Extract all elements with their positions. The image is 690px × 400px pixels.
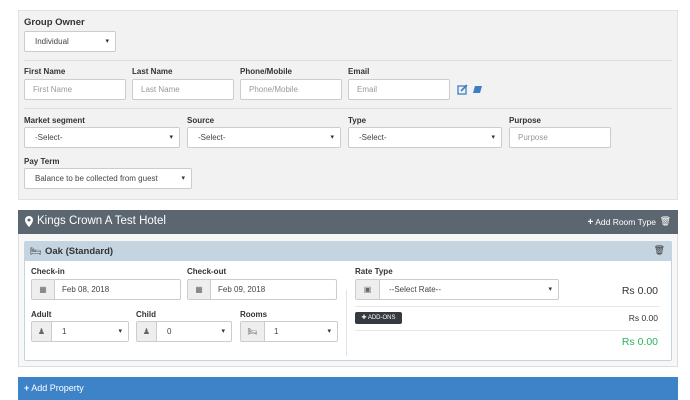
pay-term-label: Pay Term [24,157,60,166]
pay-term-select[interactable]: Balance to be collected from guest [24,168,192,189]
edit-icon[interactable] [457,84,468,95]
add-room-type-button[interactable]: + Add Room Type [587,217,656,228]
market-segment-select[interactable]: -Select- [24,127,180,148]
first-name-input[interactable]: First Name [24,79,126,100]
map-marker-icon [25,216,33,227]
bed-icon: 🛏 [241,322,265,341]
column-divider [346,290,347,356]
add-property-button[interactable]: + Add Property [18,377,678,400]
hotel-name: Kings Crown A Test Hotel [37,215,166,227]
type-select[interactable]: -Select- [348,127,502,148]
divider [24,108,672,109]
group-owner-select[interactable]: Individual [24,31,116,52]
adult-label: Adult [31,310,52,319]
type-label: Type [348,116,367,125]
source-select[interactable]: -Select- [187,127,341,148]
bed-icon: 🛏 [30,246,42,256]
rate-type-label: Rate Type [355,267,393,276]
divider [355,306,660,307]
money-icon: ▣ [356,280,380,299]
rooms-select[interactable]: 🛏 1 [240,321,338,342]
room-header: 🛏 Oak (Standard) 🗑 [25,242,671,261]
divider [355,330,660,331]
group-owner-label: Group Owner [24,17,85,28]
phone-input[interactable]: Phone/Mobile [240,79,342,100]
checkout-input[interactable]: ▦ Feb 09, 2018 [187,279,337,300]
purpose-label: Purpose [509,116,542,125]
rooms-label: Rooms [240,310,268,319]
phone-label: Phone/Mobile [240,67,292,76]
room-title: Oak (Standard) [45,246,114,257]
market-segment-label: Market segment [24,116,85,125]
last-name-label: Last Name [132,67,173,76]
first-name-label: First Name [24,67,66,76]
child-icon: ♟ [137,322,157,341]
checkout-label: Check-out [187,267,227,276]
checkin-label: Check-in [31,267,65,276]
male-icon: ♟ [32,322,52,341]
eraser-icon[interactable] [472,85,483,95]
total-amount: Rs 0.00 [621,336,658,348]
add-room-type-label: Add Room Type [595,217,656,227]
add-property-label: Add Property [31,383,84,393]
checkin-input[interactable]: ▦ Feb 08, 2018 [31,279,181,300]
email-label: Email [348,67,370,76]
last-name-input[interactable]: Last Name [132,79,234,100]
trash-icon[interactable]: 🗑 [660,216,671,227]
adult-select[interactable]: ♟ 1 [31,321,129,342]
source-label: Source [187,116,215,125]
calendar-icon: ▦ [32,280,55,299]
child-select[interactable]: ♟ 0 [136,321,232,342]
divider [24,60,672,61]
purpose-input[interactable]: Purpose [509,127,611,148]
calendar-icon: ▦ [188,280,211,299]
child-label: Child [136,310,156,319]
rate-type-select[interactable]: ▣ --Select Rate-- [355,279,559,300]
email-input[interactable]: Email [348,79,450,100]
trash-icon[interactable]: 🗑 [654,245,665,256]
addons-amount: Rs 0.00 [628,313,658,323]
add-ons-button[interactable]: ✚ ADD-ONS [355,312,402,324]
rate-amount: Rs 0.00 [621,285,658,297]
property-header: Kings Crown A Test Hotel + Add Room Type… [18,210,678,234]
